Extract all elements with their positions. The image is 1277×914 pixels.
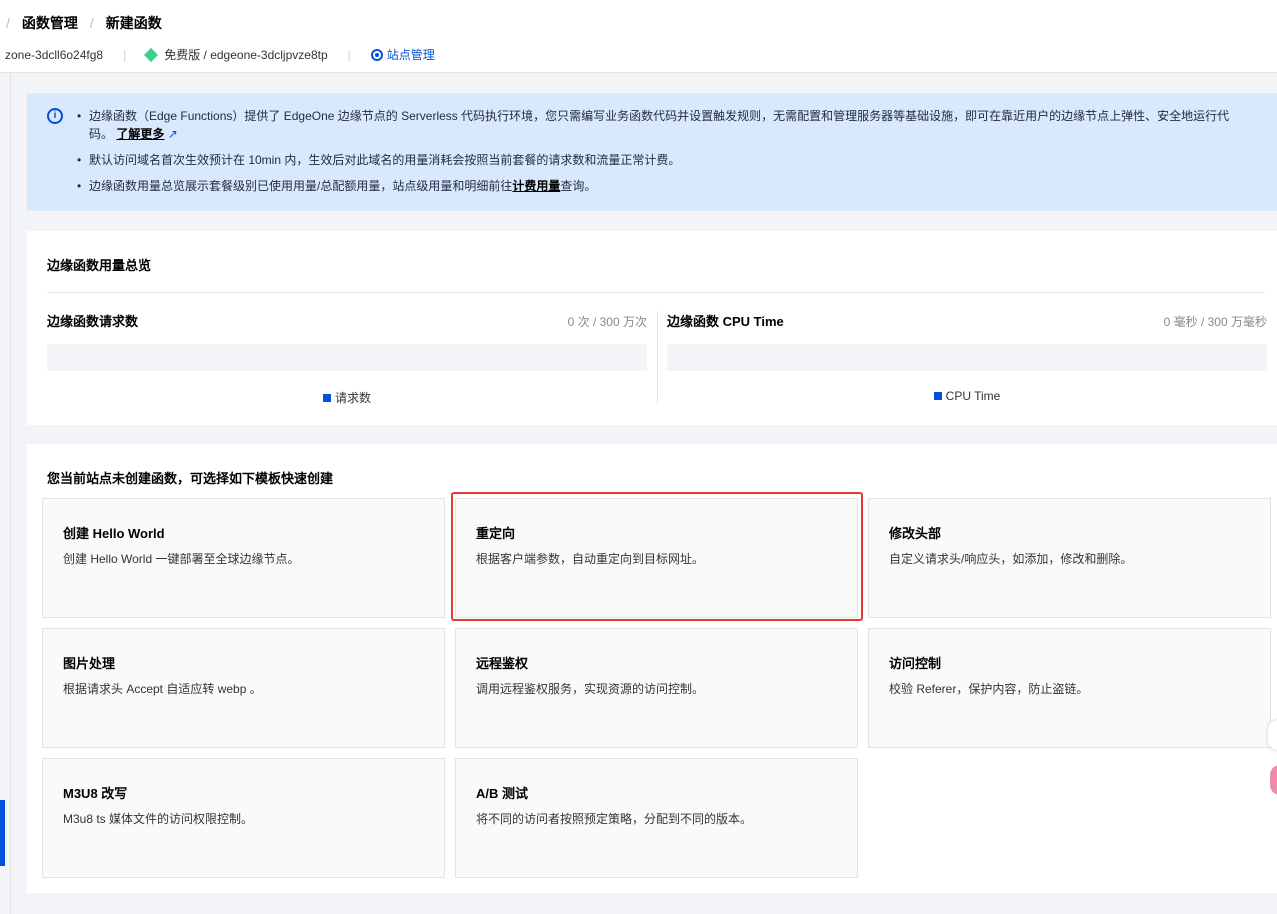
template-card[interactable]: 远程鉴权调用远程鉴权服务，实现资源的访问控制。 [455,628,858,748]
highlight-box [451,492,863,621]
floating-assistant-button[interactable] [1270,765,1277,795]
template-card[interactable]: A/B 测试将不同的访问者按照预定策略，分配到不同的版本。 [455,758,858,878]
requests-bar [47,344,647,371]
template-card[interactable]: 创建 Hello World 创建 Hello World 一键部署至全球边缘节点… [42,498,445,618]
templates-title: 您当前站点未创建函数，可选择如下模板快速创建 [47,468,333,487]
template-desc: 创建 Hello World 一键部署至全球边缘节点。 [63,550,424,567]
site-manage-link[interactable]: 站点管理 [371,46,435,63]
template-name: 图片处理 [63,653,424,672]
template-name: 访问控制 [889,653,1250,672]
template-card[interactable]: M3U8 改写 M3u8 ts 媒体文件的访问权限控制。 [42,758,445,878]
template-name: 远程鉴权 [476,653,837,672]
plan-label: 免费版 / edgeone-3dcljpvze8tp [164,46,327,63]
divider [47,292,1265,293]
template-desc: 将不同的访问者按照预定策略，分配到不同的版本。 [476,810,837,827]
banner-text-1: 边缘函数（Edge Functions）提供了 EdgeOne 边缘节点的 Se… [89,109,1229,141]
template-card[interactable]: 访问控制校验 Referer，保护内容，防止盗链。 [868,628,1271,748]
external-link-icon: ↗ [168,127,178,141]
template-card[interactable]: 修改头部自定义请求头/响应头，如添加，修改和删除。 [868,498,1271,618]
template-desc: 调用远程鉴权服务，实现资源的访问控制。 [476,680,837,697]
zone-id: zone-3dcll6o24fg8 [5,48,103,62]
breadcrumb-function-management[interactable]: 函数管理 [22,13,78,33]
breadcrumb-new-function: 新建函数 [106,13,162,33]
breadcrumb: / 函数管理 / 新建函数 [6,13,162,33]
template-name: 创建 Hello World [63,523,424,542]
cpu-metric: 边缘函数 CPU Time 0 毫秒 / 300 万毫秒 CPU Time [667,311,1267,403]
requests-value: 0 次 / 300 万次 [568,313,647,330]
template-name: A/B 测试 [476,783,837,802]
banner-text-3: 边缘函数用量总览展示套餐级别已使用用量/总配额用量，站点级用量和明细前往 [89,179,512,193]
header: / 函数管理 / 新建函数 zone-3dcll6o24fg8 | 免费版 / … [0,0,1277,73]
requests-title: 边缘函数请求数 [47,311,647,330]
banner-text-2: 默认访问域名首次生效预计在 10min 内，生效后对此域名的用量消耗会按照当前套… [77,151,1237,169]
usage-title: 边缘函数用量总览 [47,255,151,274]
template-desc: 自定义请求头/响应头，如添加，修改和删除。 [889,550,1250,567]
template-desc: 校验 Referer，保护内容，防止盗链。 [889,680,1250,697]
gear-icon [371,49,383,61]
plan-icon [144,47,158,61]
info-icon: i [47,108,63,124]
info-banner: i 边缘函数（Edge Functions）提供了 EdgeOne 边缘节点的 … [27,93,1277,211]
banner-text-3-end: 查询。 [560,179,596,193]
legend-swatch [323,394,331,402]
cpu-legend: CPU Time [946,389,1001,403]
template-desc: 根据请求头 Accept 自适应转 webp 。 [63,680,424,697]
legend-swatch [934,392,942,400]
floating-button[interactable] [1268,720,1277,750]
requests-metric: 边缘函数请求数 0 次 / 300 万次 请求数 [47,311,647,406]
template-name: M3U8 改写 [63,783,424,802]
site-manage-label: 站点管理 [387,46,435,63]
cpu-value: 0 毫秒 / 300 万毫秒 [1164,313,1267,330]
sidebar-edge [10,73,11,914]
template-desc: M3u8 ts 媒体文件的访问权限控制。 [63,810,424,827]
requests-legend: 请求数 [335,391,371,405]
cpu-bar [667,344,1267,371]
divider [657,311,658,404]
sidebar-active-indicator [0,800,5,866]
template-name: 修改头部 [889,523,1250,542]
zone-info: zone-3dcll6o24fg8 | 免费版 / edgeone-3dcljp… [5,46,435,63]
learn-more-link[interactable]: 了解更多 [116,127,164,141]
usage-overview-card: 边缘函数用量总览 边缘函数请求数 0 次 / 300 万次 请求数 边缘函数 C… [27,231,1277,425]
template-card[interactable]: 图片处理根据请求头 Accept 自适应转 webp 。 [42,628,445,748]
billing-usage-link[interactable]: 计费用量 [512,179,560,193]
